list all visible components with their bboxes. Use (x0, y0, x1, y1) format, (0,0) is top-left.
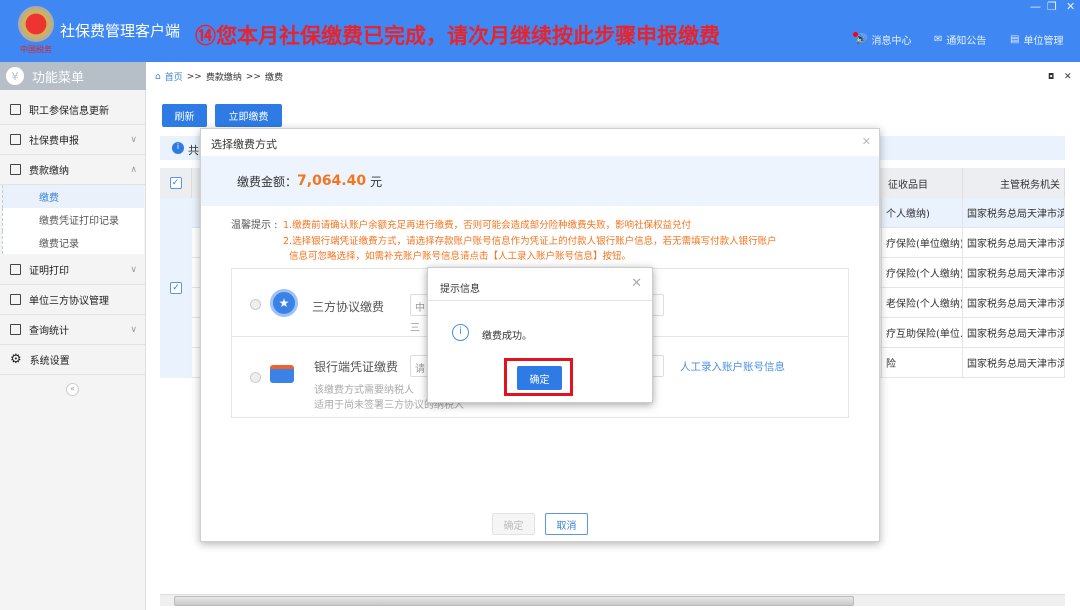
app-header: 中国税务 社保费管理客户端 ⑭您本月社保缴费已完成，请次月继续按此步骤申报缴费 … (0, 0, 1080, 62)
breadcrumb-home[interactable]: 首页 (165, 70, 183, 83)
cell-tax-office: 国家税务总局天津市滨 (963, 258, 1065, 288)
collapse-sidebar-button[interactable]: « (66, 383, 79, 396)
yen-icon: ¥ (6, 67, 24, 85)
cell-item: 疗保险(单位缴纳) (882, 228, 963, 258)
sidebar-item-query[interactable]: 查询统计∨ (0, 315, 145, 345)
cancel-button[interactable]: 取消 (545, 513, 588, 535)
amount-band: 缴费金额：7,064.40元 (201, 156, 879, 206)
option-bank-voucher-radio[interactable] (250, 372, 261, 383)
message-dialog-title: 提示信息 (440, 280, 480, 295)
sidebar-subitem-pay[interactable]: 缴费 (2, 185, 144, 208)
info-icon: i (172, 142, 184, 154)
home-icon: ⌂ (155, 72, 161, 82)
message-ok-button[interactable]: 确定 (517, 366, 562, 390)
book-icon (10, 164, 21, 175)
message-text: 缴费成功。 (482, 327, 532, 342)
minimize-button[interactable]: — (1030, 0, 1041, 13)
sidebar-item-settings[interactable]: ⚙系统设置 (0, 345, 145, 375)
chart-icon (10, 324, 21, 335)
manual-account-entry-link[interactable]: 人工录入账户账号信息 (680, 359, 785, 374)
unit-management-link[interactable]: ▤单位管理 (1010, 32, 1063, 47)
maximize-tab-button[interactable]: ◘ (1048, 72, 1054, 81)
restore-button[interactable]: ❐ (1047, 0, 1057, 13)
confirm-button-disabled[interactable]: 确定 (492, 513, 535, 535)
instruction-banner: ⑭您本月社保缴费已完成，请次月继续按此步骤申报缴费 (195, 20, 720, 50)
chevron-down-icon: ∨ (130, 325, 137, 335)
cell-tax-office: 国家税务总局天津市滨 (963, 318, 1065, 348)
sidebar: ¥功能菜单 职工参保信息更新 社保费申报∨ 费款缴纳∧ 缴费 缴费凭证打印记录 … (0, 62, 146, 610)
sidebar-item-payment[interactable]: 费款缴纳∧ (0, 155, 145, 185)
menu-header: ¥功能菜单 (0, 62, 146, 90)
breadcrumb-current: 缴费 (265, 70, 283, 83)
mail-icon: ✉ (934, 34, 942, 45)
breadcrumb-level1[interactable]: 费款缴纳 (206, 70, 242, 83)
tip-2: 2.选择银行端凭证缴费方式，请选择存款账户账号信息作为凭证上的付款人银行账户信息… (283, 233, 777, 247)
cell-item: 险 (882, 348, 963, 378)
notice-link[interactable]: ✉通知公告 (934, 32, 986, 47)
speaker-icon: 🔊 (855, 34, 867, 45)
sidebar-item-certificate[interactable]: 证明打印∨ (0, 255, 145, 285)
tip-1: 1.缴费前请确认账户余额充足再进行缴费，否则可能会造成部分险种缴费失败，影响社保… (283, 217, 691, 231)
close-icon[interactable]: ✕ (862, 135, 871, 148)
building-icon: ▤ (1010, 34, 1019, 45)
chevron-down-icon: ∨ (130, 265, 137, 275)
chevron-up-icon: ∧ (130, 165, 137, 175)
gear-icon: ⚙ (10, 352, 22, 367)
sidebar-item-declaration[interactable]: 社保费申报∨ (0, 125, 145, 155)
cell-item: 个人缴纳) (882, 198, 963, 228)
option-bank-voucher-label: 银行端凭证缴费 (314, 358, 398, 375)
logo-text: 中国税务 (20, 44, 52, 55)
chevron-down-icon: ∨ (130, 135, 137, 145)
option-three-party-label: 三方协议缴费 (312, 298, 384, 315)
message-dialog: 提示信息 ✕ i 缴费成功。 确定 (427, 267, 653, 403)
close-tab-button[interactable]: ✕ (1064, 72, 1072, 82)
clipboard-icon (10, 134, 21, 145)
row-checkbox[interactable]: ✓ (160, 198, 192, 378)
card-icon (270, 365, 294, 383)
medal-icon: ★ (270, 289, 298, 317)
sidebar-item-agreement[interactable]: 单位三方协议管理 (0, 285, 145, 315)
scrollbar-thumb[interactable] (174, 596, 854, 606)
tip-3: 信息可忽略选择，如需补充账户账号信息请点击【人工录入账户账号信息】按钮。 (289, 248, 631, 262)
option-three-party-radio[interactable] (250, 299, 261, 310)
close-window-button[interactable]: ✕ (1066, 0, 1075, 13)
info-icon: i (452, 324, 469, 341)
cell-tax-office: 国家税务总局天津市滨 (963, 288, 1065, 318)
cell-item: 老保险(个人缴纳) (882, 288, 963, 318)
horizontal-scrollbar[interactable] (160, 594, 1065, 606)
grid-icon (10, 104, 21, 115)
payment-amount: 7,064.40 (297, 173, 366, 189)
cell-tax-office: 国家税务总局天津市滨 (963, 228, 1065, 258)
tax-emblem-logo (18, 6, 54, 42)
pay-now-button[interactable]: 立即缴费 (215, 104, 282, 127)
dialog-title: 选择缴费方式 (211, 136, 277, 152)
message-center-link[interactable]: 🔊消息中心 (855, 32, 911, 47)
cell-item: 疗互助保险(单位... (882, 318, 963, 348)
refresh-button[interactable]: 刷新 (162, 104, 207, 127)
cell-tax-office: 国家税务总局天津市滨 (963, 198, 1065, 228)
sidebar-subitem-payment-records[interactable]: 缴费记录 (2, 231, 144, 254)
sidebar-subitem-voucher-records[interactable]: 缴费凭证打印记录 (2, 208, 144, 231)
sidebar-item-employee-info[interactable]: 职工参保信息更新 (0, 95, 145, 125)
cell-item: 疗保险(个人缴纳) (882, 258, 963, 288)
column-header-tax-office: 主管税务机关 (963, 168, 1065, 198)
breadcrumb: ⌂ 首页 >> 费款缴纳 >> 缴费 (155, 70, 283, 83)
select-all-checkbox[interactable]: ✓ (160, 168, 192, 198)
close-icon[interactable]: ✕ (631, 276, 642, 291)
cell-tax-office: 国家税务总局天津市滨 (963, 348, 1065, 378)
app-title: 社保费管理客户端 (60, 20, 180, 41)
book-icon (10, 294, 21, 305)
list-icon (10, 264, 21, 275)
tip-label: 温馨提示 : (231, 216, 278, 231)
